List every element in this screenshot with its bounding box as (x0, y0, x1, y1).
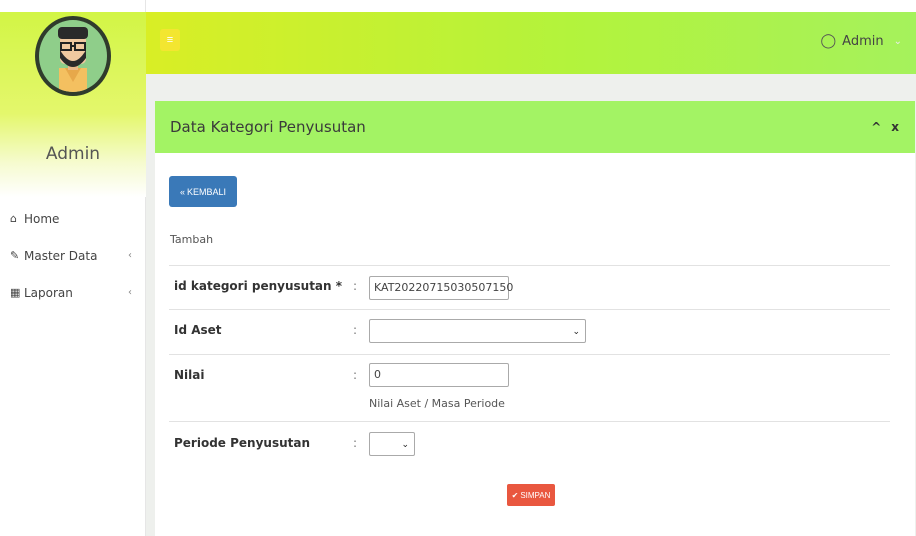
sidebar: Admin ⌂ Home ✎ Master Data ‹ ▦ Laporan ‹ (0, 0, 146, 536)
chevron-left-icon: ‹ (128, 287, 132, 298)
chevron-down-icon: ⌄ (572, 327, 580, 337)
edit-icon: ✎ (10, 249, 20, 262)
sidebar-item-laporan[interactable]: ▦ Laporan ‹ (0, 274, 146, 311)
double-left-arrow-icon: « (179, 186, 185, 197)
save-button[interactable]: ✔ SIMPAN (507, 484, 555, 506)
form-subtitle: Tambah (170, 233, 214, 246)
nilai-input[interactable]: 0 (369, 363, 509, 387)
calendar-icon: ▦ (10, 286, 21, 299)
collapse-icon[interactable]: ^ (871, 120, 881, 134)
form-row-id-aset: Id Aset : ⌄ (169, 309, 890, 354)
panel-title: Data Kategori Penyusutan (170, 118, 366, 136)
chevron-left-icon: ‹ (128, 250, 132, 261)
content-area: Data Kategori Penyusutan ^ x « KEMBALI T… (146, 74, 916, 536)
home-icon: ⌂ (10, 212, 17, 225)
save-button-label: SIMPAN (520, 490, 551, 500)
back-button-label: KEMBALI (187, 186, 227, 197)
close-icon[interactable]: x (891, 120, 899, 134)
chevron-down-icon: ⌄ (893, 35, 902, 47)
avatar-illustration-icon (58, 27, 88, 92)
periode-select[interactable]: ⌄ (369, 432, 415, 456)
field-label: Nilai (174, 368, 205, 382)
sidebar-item-label: Laporan (24, 285, 73, 300)
sidebar-user-panel: Admin (0, 12, 146, 197)
id-aset-select[interactable]: ⌄ (369, 319, 586, 343)
form-row-id-kategori: id kategori penyusutan * : KAT2022071503… (169, 265, 890, 309)
avatar-image (39, 20, 107, 92)
sidebar-item-home[interactable]: ⌂ Home (0, 200, 146, 237)
sidebar-item-master-data[interactable]: ✎ Master Data ‹ (0, 237, 146, 274)
user-menu-name: Admin (842, 33, 884, 49)
form-row-nilai: Nilai : 0 Nilai Aset / Masa Periode (169, 354, 890, 421)
sidebar-menu: ⌂ Home ✎ Master Data ‹ ▦ Laporan ‹ (0, 200, 146, 311)
user-menu[interactable]: ◯ Admin ⌄ (821, 33, 903, 49)
field-label: Id Aset (174, 323, 222, 337)
field-label: Periode Penyusutan (174, 436, 311, 450)
check-icon: ✔ (511, 490, 519, 500)
id-kategori-input[interactable]: KAT20220715030507150 (369, 276, 513, 300)
chevron-down-icon: ⌄ (401, 440, 409, 450)
sidebar-item-label: Home (24, 211, 60, 226)
topbar: ≡ ◯ Admin ⌄ (146, 12, 916, 74)
field-colon: : (353, 279, 358, 293)
form-panel: Data Kategori Penyusutan ^ x « KEMBALI T… (155, 101, 915, 536)
sidebar-item-label: Master Data (24, 248, 98, 263)
field-colon: : (353, 368, 358, 382)
avatar (35, 16, 111, 96)
field-colon: : (353, 323, 358, 337)
sidebar-user-name: Admin (45, 144, 101, 164)
nilai-help-text: Nilai Aset / Masa Periode (369, 397, 505, 410)
form-row-periode: Periode Penyusutan : ⌄ (169, 421, 890, 466)
field-colon: : (353, 436, 358, 450)
field-label: id kategori penyusutan * (174, 279, 343, 293)
panel-heading: Data Kategori Penyusutan ^ x (155, 101, 915, 153)
back-button[interactable]: « KEMBALI (169, 176, 237, 207)
sidebar-toggle-button[interactable]: ≡ (160, 29, 180, 51)
user-icon: ◯ (820, 33, 837, 49)
